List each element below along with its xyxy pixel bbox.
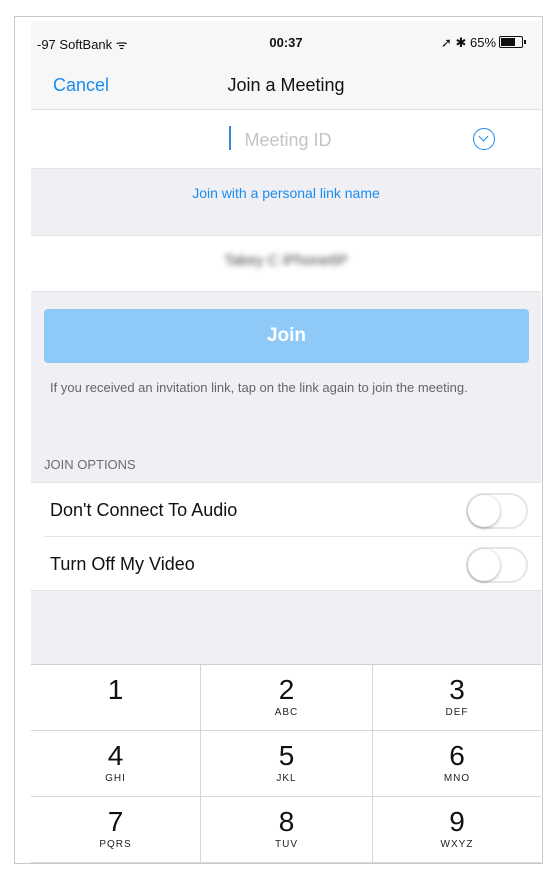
cancel-button[interactable]: Cancel [53, 75, 109, 96]
battery-status: ➚ ✱ 65% [441, 35, 526, 51]
join-options-list: Don't Connect To Audio Turn Off My Video [31, 482, 541, 591]
chevron-down-circle-icon[interactable] [473, 128, 495, 150]
video-toggle[interactable] [466, 547, 528, 583]
join-button[interactable]: Join [44, 309, 529, 363]
key-6[interactable]: 6 MNO [373, 731, 541, 797]
video-option-label: Turn Off My Video [50, 554, 195, 574]
meeting-id-input[interactable] [151, 122, 425, 158]
audio-toggle[interactable] [466, 493, 528, 529]
display-name-field[interactable]: Takey C iPhone6P [31, 252, 541, 269]
key-1[interactable]: 1 [31, 665, 201, 731]
personal-link-button[interactable]: Join with a personal link name [31, 185, 541, 201]
phone-screen: -97 SoftBank ᯤ 00:37 ➚ ✱ 65% Cancel Join… [31, 21, 541, 863]
audio-option-row: Don't Connect To Audio [31, 483, 541, 536]
audio-option-label: Don't Connect To Audio [50, 500, 238, 520]
screenshot-frame: -97 SoftBank ᯤ 00:37 ➚ ✱ 65% Cancel Join… [14, 16, 543, 864]
display-name-row[interactable]: Takey C iPhone6P [31, 235, 541, 292]
key-4[interactable]: 4 GHI [31, 731, 201, 797]
join-options-header: JOIN OPTIONS [44, 457, 136, 472]
key-7[interactable]: 7 PQRS [31, 797, 201, 863]
toggle-knob [468, 549, 500, 581]
navigation-bar: Cancel Join a Meeting [31, 65, 541, 110]
status-bar: -97 SoftBank ᯤ 00:37 ➚ ✱ 65% [31, 21, 541, 65]
invitation-hint: If you received an invitation link, tap … [50, 380, 468, 395]
meeting-id-row [31, 110, 541, 169]
text-cursor [229, 126, 231, 150]
key-5[interactable]: 5 JKL [201, 731, 373, 797]
key-9[interactable]: 9 WXYZ [373, 797, 541, 863]
key-3[interactable]: 3 DEF [373, 665, 541, 731]
key-2[interactable]: 2 ABC [201, 665, 373, 731]
numeric-keypad: 1 2 ABC 3 DEF 4 GHI 5 JKL 6 MNO 7 PQRS 8 TUV 9W… [31, 664, 541, 863]
toggle-knob [468, 495, 500, 527]
battery-icon [499, 36, 526, 48]
video-option-row: Turn Off My Video [44, 536, 541, 590]
key-8[interactable]: 8 TUV [201, 797, 373, 863]
